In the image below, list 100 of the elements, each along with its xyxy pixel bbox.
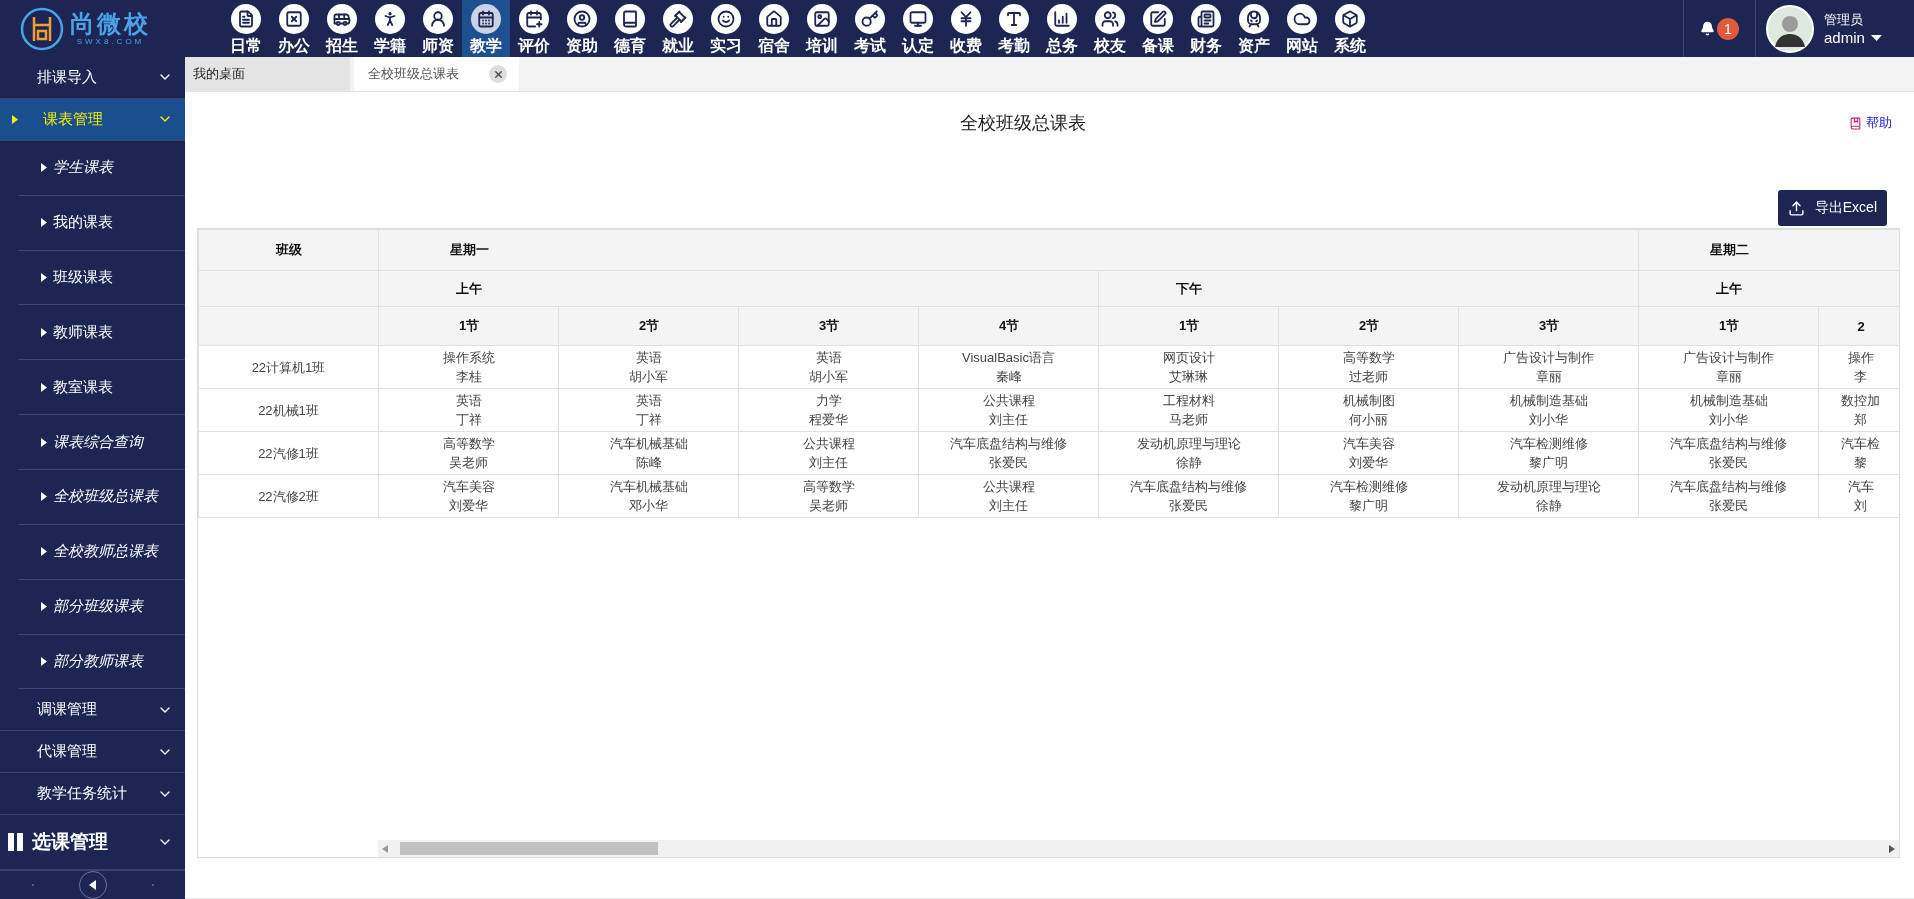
cloud-icon [1287, 4, 1317, 34]
triangle-icon [12, 114, 18, 124]
nav-item[interactable]: 认定 [894, 0, 942, 57]
calendar-icon [471, 4, 501, 34]
course-name: 公共课程 [801, 435, 856, 453]
bell-icon[interactable] [1700, 21, 1715, 36]
lesson-header: 2 [1818, 306, 1899, 346]
nav-item[interactable]: 收费 [942, 0, 990, 57]
period-header: 上午 [378, 270, 1099, 307]
course-name: VisualBasic语言 [961, 349, 1056, 367]
course-name: 汽车底盘结构与维修 [1129, 478, 1248, 496]
sidebar-group[interactable]: 代课管理 [0, 731, 185, 774]
nav-item[interactable]: 考勤 [990, 0, 1038, 57]
collapse-button[interactable] [78, 870, 107, 899]
course-name: 操作系统 [441, 349, 496, 367]
triangle-icon [41, 327, 47, 337]
teacher-name: 刘主任 [988, 411, 1029, 429]
double-bar-icon [8, 832, 24, 851]
scroll-right-icon[interactable] [1889, 844, 1895, 853]
teacher-name: 李 [1853, 368, 1869, 386]
sidebar-item[interactable]: 全校教师总课表 [18, 524, 185, 580]
course-name: 汽车底盘结构与维修 [1669, 435, 1789, 453]
lesson-header: 3节 [738, 306, 919, 346]
nav-item[interactable]: 考试 [846, 0, 894, 57]
nav-item[interactable]: 就业 [654, 0, 702, 57]
class-name: 22计算机1班 [250, 358, 327, 377]
sidebar-item[interactable]: 全校班级总课表 [18, 469, 185, 525]
chart-icon [1047, 4, 1077, 34]
triangle-icon [41, 656, 47, 666]
teacher-name: 胡小军 [808, 368, 849, 386]
nav-item[interactable]: 网站 [1278, 0, 1326, 57]
course-name: 操作 [1846, 349, 1875, 367]
course-name: 数控加 [1840, 392, 1882, 410]
close-icon[interactable] [489, 65, 507, 83]
sidebar-group[interactable]: 选课管理 [0, 815, 185, 870]
teacher-name: 张爱民 [1168, 497, 1209, 515]
teacher-name: 刘主任 [988, 497, 1029, 515]
nav-item[interactable]: 德育 [606, 0, 654, 57]
nav-item[interactable]: 办公 [270, 0, 318, 57]
page-title: 全校班级总课表 [959, 112, 1087, 135]
sidebar-item[interactable]: 教室课表 [18, 360, 185, 416]
teacher-name: 章丽 [1714, 368, 1743, 386]
sidebar-item[interactable]: 学生课表 [18, 140, 185, 196]
nav-item[interactable]: 日常 [222, 0, 270, 57]
course-name: 广告设计与制作 [1682, 349, 1776, 367]
sidebar-item[interactable]: 部分教师课表 [18, 634, 185, 690]
nav-item[interactable]: 学籍 [366, 0, 414, 57]
help-link[interactable]: 帮助 [1849, 114, 1892, 132]
tab[interactable]: 全校班级总课表 [354, 57, 519, 91]
triangle-icon [41, 437, 47, 447]
newspaper-icon [1191, 4, 1221, 34]
teacher-name: 黎广明 [1348, 497, 1389, 515]
sidebar-item[interactable]: 我的课表 [18, 195, 185, 251]
notification-badge: 1 [1717, 17, 1739, 40]
course-name: 英语 [454, 392, 483, 410]
tab[interactable]: 我的桌面 [185, 57, 350, 91]
nav-item[interactable]: 培训 [798, 0, 846, 57]
nav-item[interactable]: 教学 [462, 0, 510, 57]
nav-item[interactable]: 师资 [414, 0, 462, 57]
nav-item[interactable]: 评价 [510, 0, 558, 57]
course-name: 机械制造基础 [1508, 392, 1589, 410]
nav-item[interactable]: 招生 [318, 0, 366, 57]
teacher-name: 吴老师 [448, 454, 489, 472]
horizontal-scrollbar[interactable] [378, 840, 1899, 857]
lesson-header: 2节 [558, 306, 739, 346]
teacher-name: 秦峰 [994, 368, 1023, 386]
triangle-icon [41, 547, 47, 557]
monitor-icon [903, 4, 933, 34]
nav-item[interactable]: 总务 [1038, 0, 1086, 57]
course-name: 汽车美容 [441, 478, 496, 496]
teacher-name: 何小丽 [1348, 411, 1389, 429]
nav-item[interactable]: 财务 [1182, 0, 1230, 57]
course-name: 网页设计 [1161, 349, 1216, 367]
teacher-name: 郑 [1853, 411, 1869, 429]
course-name: 高等数学 [801, 478, 856, 496]
sidebar-item[interactable]: 部分班级课表 [18, 579, 185, 635]
sidebar-group[interactable]: 调课管理 [0, 689, 185, 732]
sidebar-group[interactable]: 课表管理 [0, 98, 185, 141]
nav-item[interactable]: 实习 [702, 0, 750, 57]
sidebar-group[interactable]: 教学任务统计 [0, 773, 185, 816]
class-name: 22汽修1班 [257, 444, 320, 463]
lesson-header: 3节 [1458, 306, 1639, 346]
user-menu[interactable]: admin [1824, 29, 1882, 46]
image-icon [807, 4, 837, 34]
course-name: 公共课程 [981, 478, 1036, 496]
nav-item[interactable]: 校友 [1086, 0, 1134, 57]
sidebar-item[interactable]: 班级课表 [18, 250, 185, 306]
lesson-header: 4节 [918, 306, 1099, 346]
nav-item[interactable]: 资助 [558, 0, 606, 57]
export-button[interactable]: 导出Excel [1777, 190, 1887, 226]
nav-item[interactable]: 备课 [1134, 0, 1182, 57]
nav-item[interactable]: 资产 [1230, 0, 1278, 57]
sidebar-item[interactable]: 课表综合查询 [18, 415, 185, 470]
edit-icon [1143, 4, 1173, 34]
nav-item[interactable]: 系统 [1326, 0, 1374, 57]
sidebar-item[interactable]: 教师课表 [18, 305, 185, 361]
nav-item[interactable]: 宿舍 [750, 0, 798, 57]
teacher-name: 丁祥 [634, 411, 663, 429]
teacher-name: 张爱民 [988, 454, 1029, 472]
lesson-header: 1节 [378, 306, 559, 346]
